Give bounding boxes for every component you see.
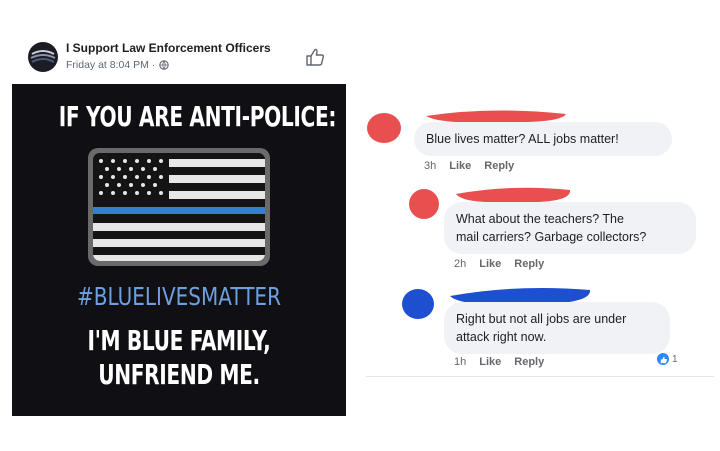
comment-text: Blue lives matter? ALL jobs matter! [426, 132, 619, 146]
comment-actions: 2h Like Reply [454, 258, 544, 270]
like-link[interactable]: Like [479, 258, 501, 270]
comment-text-line2: attack right now. [456, 330, 547, 345]
reply-link[interactable]: Reply [514, 356, 544, 368]
avatar[interactable] [28, 42, 58, 72]
meme-bottom-text-line2: UNFRIEND ME. [98, 358, 260, 391]
comment-timestamp[interactable]: 1h [454, 356, 466, 368]
comment-thread: Blue lives matter? ALL jobs matter! 3h L… [360, 98, 715, 380]
thin-blue-line-flag-icon [88, 148, 270, 266]
redacted-avatar-scribble [409, 189, 439, 219]
divider [366, 376, 714, 377]
reaction-count: 1 [672, 353, 678, 365]
reply-link[interactable]: Reply [514, 258, 544, 270]
like-link[interactable]: Like [449, 160, 471, 172]
redacted-avatar-scribble [402, 289, 434, 319]
comment-bubble: What about the teachers? The mail carrie… [444, 202, 696, 255]
globe-icon [159, 60, 170, 70]
comment-bubble: Blue lives matter? ALL jobs matter! [414, 122, 672, 157]
reply-link[interactable]: Reply [484, 160, 514, 172]
comment-bubble: Right but not all jobs are under attack … [444, 302, 670, 355]
page-name-link[interactable]: I Support Law Enforcement Officers [66, 41, 271, 55]
like-link[interactable]: Like [479, 356, 501, 368]
like-icon[interactable] [304, 46, 326, 68]
comment-timestamp[interactable]: 3h [424, 160, 436, 172]
post-header: I Support Law Enforcement Officers Frida… [4, 30, 344, 90]
redacted-avatar-scribble [367, 113, 401, 143]
like-reaction-icon [656, 352, 670, 366]
reaction-count-badge[interactable]: 1 [656, 352, 678, 366]
comment-actions: 1h Like Reply [454, 356, 544, 368]
facebook-post: I Support Law Enforcement Officers Frida… [4, 30, 346, 422]
post-meta: Friday at 8:04 PM · [66, 59, 170, 71]
meme-hashtag-text: #BLUELIVESMATTER [77, 282, 281, 311]
post-timestamp[interactable]: Friday at 8:04 PM · [66, 59, 155, 71]
post-image-meme[interactable]: IF YOU ARE ANTI-POLICE: #BLUELIVESMATTER… [12, 84, 346, 416]
meme-bottom-text-line1: I'M BLUE FAMILY, [87, 324, 271, 357]
comment-text-line1: What about the teachers? The [456, 212, 624, 226]
comment-actions: 3h Like Reply [424, 160, 514, 172]
meme-top-text: IF YOU ARE ANTI-POLICE: [58, 100, 337, 133]
comment-text-line1: Right but not all jobs are under [456, 312, 627, 326]
comment-text-line2: mail carriers? Garbage collectors? [456, 230, 647, 245]
comment-timestamp[interactable]: 2h [454, 258, 466, 270]
